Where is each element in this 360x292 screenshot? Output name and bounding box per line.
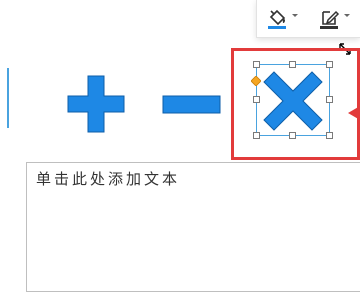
outline-color-button[interactable] — [319, 8, 357, 32]
shape-format-toolbar — [256, 0, 360, 38]
selection-frame — [256, 64, 330, 136]
fill-color-button[interactable] — [267, 8, 305, 32]
minus-shape[interactable] — [162, 95, 222, 115]
fill-bucket-icon — [268, 9, 286, 29]
plus-shape[interactable] — [66, 74, 126, 134]
resize-handle-top-center[interactable] — [289, 61, 296, 68]
resize-handle-middle-left[interactable] — [253, 96, 260, 103]
pen-outline-icon — [320, 10, 340, 29]
resize-handle-middle-right[interactable] — [326, 96, 333, 103]
adjustment-handle[interactable] — [251, 76, 261, 86]
chevron-down-icon — [292, 14, 298, 17]
chevron-down-icon — [344, 14, 350, 17]
resize-handle-bottom-left[interactable] — [253, 132, 260, 139]
text-placeholder-label: 单击此处添加文本 — [36, 170, 181, 188]
text-cursor — [7, 68, 9, 128]
resize-handle-bottom-right[interactable] — [326, 132, 333, 139]
pointer-arrow-icon — [348, 106, 360, 120]
resize-handle-bottom-center[interactable] — [289, 132, 296, 139]
resize-handle-top-left[interactable] — [253, 61, 260, 68]
resize-handle-top-right[interactable] — [326, 61, 333, 68]
